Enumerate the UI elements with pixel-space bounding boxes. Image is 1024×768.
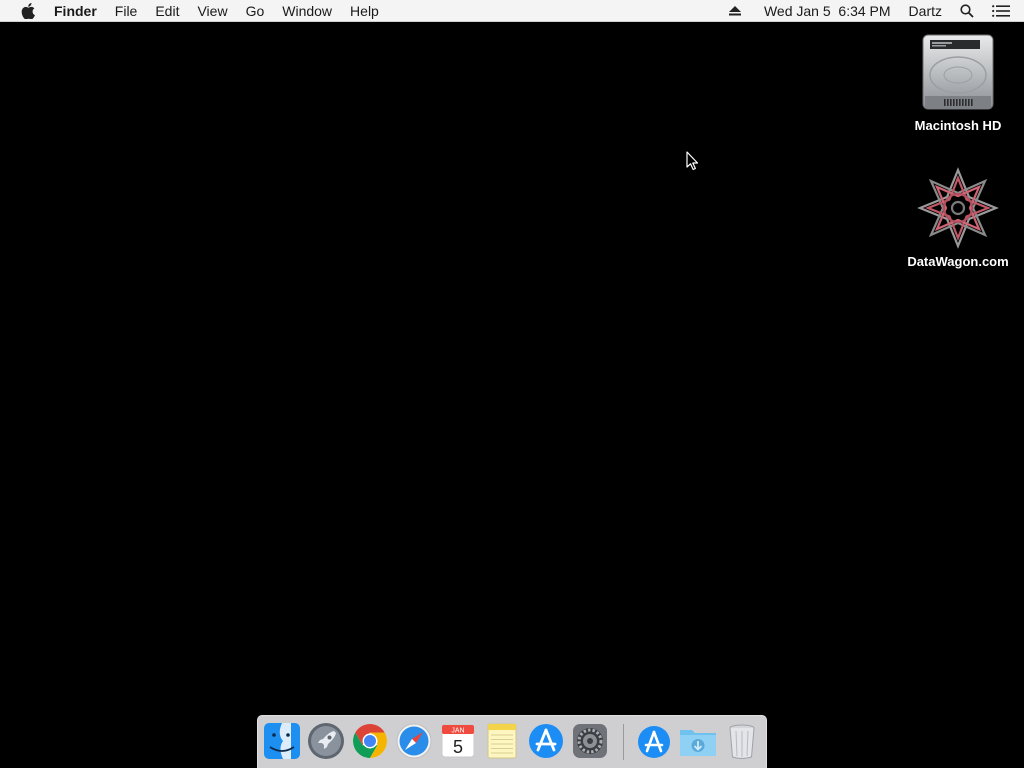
dock-calendar[interactable]: JAN 5 (438, 721, 478, 761)
network-volume-icon (916, 166, 1000, 250)
menu-window[interactable]: Window (273, 0, 341, 22)
desktop-icon-macintosh-hd[interactable]: Macintosh HD (898, 30, 1018, 133)
desktop[interactable]: Finder File Edit View Go Window Help Wed… (0, 0, 1024, 768)
app-store-icon (529, 724, 563, 758)
notes-icon (487, 723, 517, 759)
dock-launchpad[interactable] (306, 721, 346, 761)
menu-help[interactable]: Help (341, 0, 388, 22)
dock-finder[interactable] (262, 721, 302, 761)
eject-icon[interactable] (720, 0, 755, 22)
svg-text:5: 5 (453, 737, 463, 757)
dock-app-store[interactable] (526, 721, 566, 761)
dock-system-preferences[interactable] (570, 721, 610, 761)
hard-drive-icon (916, 30, 1000, 114)
dock-applications[interactable] (634, 721, 674, 761)
finder-icon (264, 723, 300, 759)
menu-app-finder[interactable]: Finder (54, 0, 106, 22)
menu-file[interactable]: File (106, 0, 147, 22)
dock-safari[interactable] (394, 721, 434, 761)
clock[interactable]: Wed Jan 5 6:34 PM (755, 0, 900, 22)
safari-icon (396, 723, 432, 759)
dock-trash[interactable] (722, 721, 762, 761)
svg-text:JAN: JAN (451, 728, 464, 735)
dock-separator (623, 724, 624, 760)
downloads-folder-icon (680, 730, 716, 756)
menu-edit[interactable]: Edit (146, 0, 188, 22)
desktop-icon-datawagon[interactable]: DataWagon.com (898, 166, 1018, 269)
desktop-icon-label: DataWagon.com (907, 254, 1009, 269)
applications-stack-icon (638, 726, 670, 758)
notification-center-icon[interactable] (983, 0, 1024, 22)
apple-icon[interactable] (19, 2, 37, 19)
spotlight-search-icon[interactable] (951, 0, 983, 22)
desktop-icon-label: Macintosh HD (914, 118, 1002, 133)
calendar-icon: JAN 5 (441, 724, 475, 758)
menu-view[interactable]: View (188, 0, 236, 22)
dock: JAN 5 (257, 715, 767, 768)
launchpad-icon (308, 723, 344, 759)
dock-downloads[interactable] (678, 721, 718, 761)
trash-icon (729, 724, 755, 759)
menu-bar: Finder File Edit View Go Window Help Wed… (0, 0, 1024, 22)
chrome-icon (353, 724, 387, 758)
menu-go[interactable]: Go (237, 0, 274, 22)
system-preferences-icon (573, 724, 607, 758)
mouse-pointer-icon (686, 151, 700, 171)
dock-notes[interactable] (482, 721, 522, 761)
dock-chrome[interactable] (350, 721, 390, 761)
user-menu[interactable]: Dartz (900, 0, 951, 22)
